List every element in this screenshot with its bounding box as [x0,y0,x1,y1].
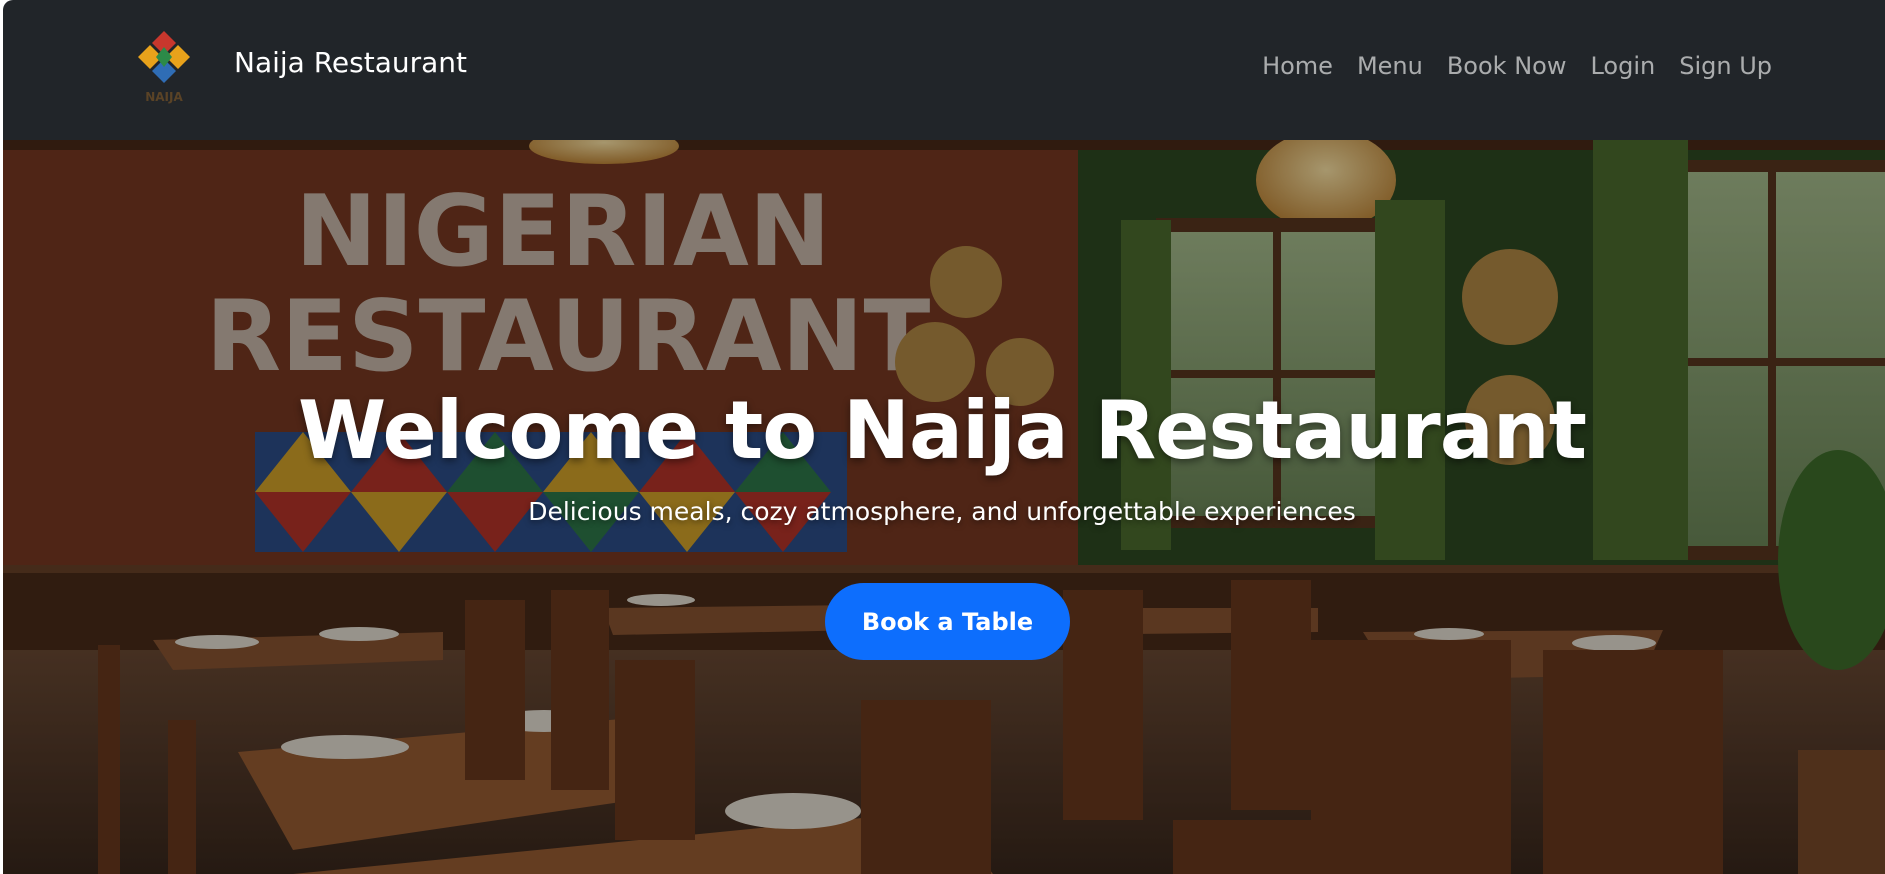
nav-link-menu[interactable]: Menu [1357,52,1423,80]
logo-text: NAIJA [145,90,183,104]
brand-name[interactable]: Naija Restaurant [234,46,467,79]
page: NAIJA Naija Restaurant Home Menu Book No… [3,0,1885,874]
hero-section: NIGERIAN RESTAURANT Welcome to Naija Res… [3,140,1885,874]
hero-title: Welcome to Naija Restaurant [298,384,1587,477]
nav-link-login[interactable]: Login [1590,52,1655,80]
nav-links: Home Menu Book Now Login Sign Up [1262,52,1772,80]
hero-subtitle: Delicious meals, cozy atmosphere, and un… [528,497,1356,526]
nav-link-book-now[interactable]: Book Now [1447,52,1567,80]
book-table-button[interactable]: Book a Table [825,583,1070,660]
navbar: NAIJA Naija Restaurant Home Menu Book No… [3,0,1885,140]
restaurant-logo[interactable]: NAIJA [134,27,194,107]
nav-link-sign-up[interactable]: Sign Up [1679,52,1772,80]
nav-link-home[interactable]: Home [1262,52,1333,80]
